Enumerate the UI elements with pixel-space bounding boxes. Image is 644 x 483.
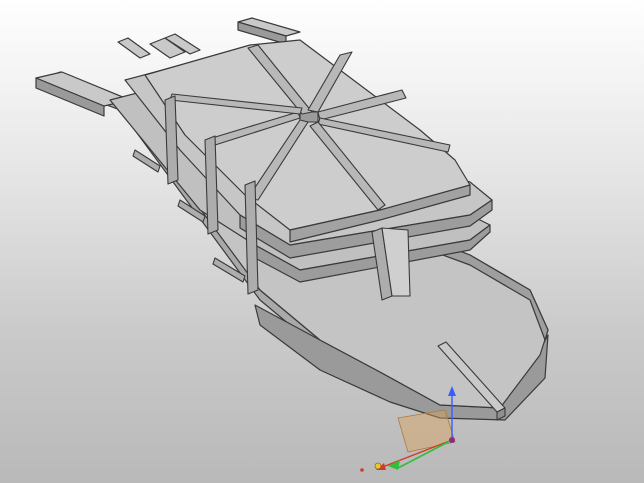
plane-handle-icon[interactable] bbox=[397, 409, 456, 453]
origin-point-icon bbox=[449, 437, 455, 443]
axis-marker-icon bbox=[360, 468, 364, 472]
3d-model-viewport[interactable] bbox=[0, 0, 644, 483]
y-axis-head-icon bbox=[388, 460, 400, 470]
model-render[interactable] bbox=[0, 0, 644, 483]
pivot-marker-icon bbox=[374, 462, 382, 470]
